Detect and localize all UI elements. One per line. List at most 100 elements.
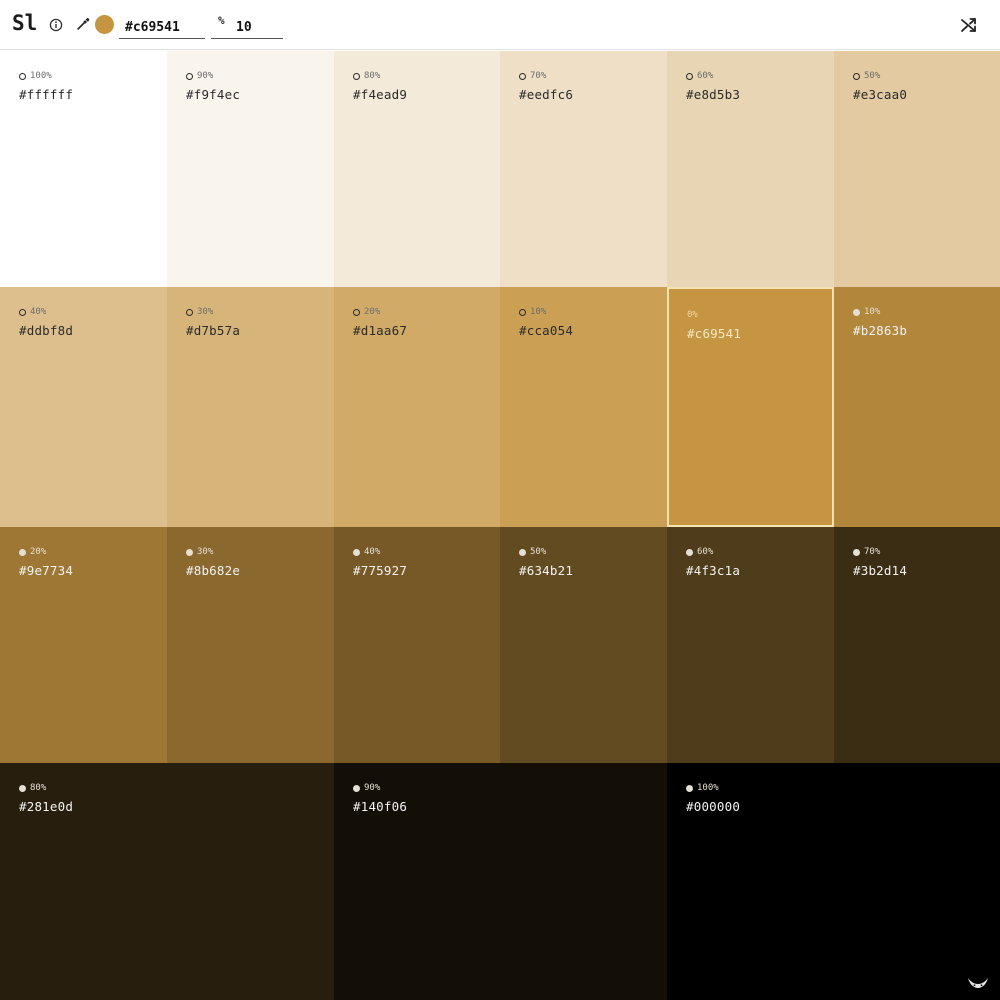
current-color-swatch[interactable] [95,15,114,34]
swatch-percent-label: 80% [364,71,381,81]
swatch-percent-label: 0% [687,310,698,320]
swatch-percent: 80% [353,71,380,81]
palette-grid: 100% #ffffff 90% #f9f4ec 80% #f4ead9 70% #eedfc… [0,51,1000,1000]
swatch-tint[interactable]: 40% #ddbf8d [0,287,167,527]
swatch-shade[interactable]: 10% #b2863b [834,287,1000,527]
tint-circle-icon [19,72,26,80]
swatch-percent: 90% [186,71,213,81]
swatch-percent-label: 10% [864,307,881,317]
swatch-hex-label: #634b21 [519,563,574,578]
shade-circle-icon [686,784,693,792]
swatch-percent: 40% [19,307,46,317]
swatch-tint[interactable]: 80% #f4ead9 [334,51,500,287]
swatch-hex-label: #ffffff [19,87,74,102]
swatch-hex-label: #140f06 [353,799,408,814]
swatch-hex-label: #e3caa0 [853,87,908,102]
swatch-hex-label: #8b682e [186,563,241,578]
swatch-hex-label: #f4ead9 [353,87,408,102]
swatch-percent-label: 10% [530,307,547,317]
swatch-hex-label: #d1aa67 [353,323,408,338]
hex-color-input[interactable] [119,13,205,39]
swatch-percent: 40% [353,547,380,557]
swatch-tint[interactable]: 10% #cca054 [500,287,667,527]
swatch-percent: 30% [186,547,213,557]
swatch-percent: 50% [853,71,880,81]
swatch-hex-label: #000000 [686,799,741,814]
swatch-percent: 60% [686,71,713,81]
swatch-shade[interactable]: 30% #8b682e [167,527,334,763]
swatch-percent-label: 40% [30,307,47,317]
swatch-percent-label: 60% [697,71,714,81]
swatch-shade[interactable]: 60% #4f3c1a [667,527,834,763]
swatch-percent: 10% [853,307,880,317]
swatch-percent: 70% [519,71,546,81]
swatch-percent-label: 30% [197,307,214,317]
step-percent-field[interactable]: % [211,13,283,39]
swatch-percent: 20% [19,547,46,557]
swatch-hex-label: #4f3c1a [686,563,741,578]
brand-mark-icon[interactable] [967,975,989,989]
shuffle-icon[interactable] [959,15,979,35]
percent-icon: % [218,14,225,27]
swatch-tint[interactable]: 50% #e3caa0 [834,51,1000,287]
app-logo[interactable]: Sl [12,11,37,35]
swatch-percent-label: 100% [697,783,719,793]
swatch-percent: 100% [686,783,719,793]
swatch-shade[interactable]: 40% #775927 [334,527,500,763]
tint-circle-icon [353,72,360,80]
swatch-percent-label: 60% [697,547,714,557]
swatch-shade[interactable]: 50% #634b21 [500,527,667,763]
swatch-percent: 70% [853,547,880,557]
swatch-tint[interactable]: 60% #e8d5b3 [667,51,834,287]
swatch-percent-label: 30% [197,547,214,557]
step-percent-input[interactable] [234,13,280,38]
swatch-tint[interactable]: 90% #f9f4ec [167,51,334,287]
swatch-hex-label: #eedfc6 [519,87,574,102]
swatch-base[interactable]: 0% #c69541 [667,287,834,527]
swatch-percent-label: 70% [530,71,547,81]
tint-circle-icon [853,72,860,80]
swatch-hex-label: #d7b57a [186,323,241,338]
swatch-percent: 30% [186,307,213,317]
swatch-shade[interactable]: 80% #281e0d [0,763,334,1000]
swatch-percent-label: 20% [364,307,381,317]
swatch-percent: 60% [686,547,713,557]
swatch-percent: 100% [19,71,52,81]
swatch-tint[interactable]: 30% #d7b57a [167,287,334,527]
swatch-tint[interactable]: 100% #ffffff [0,51,167,287]
swatch-tint[interactable]: 20% #d1aa67 [334,287,500,527]
swatch-hex-label: #775927 [353,563,408,578]
shade-circle-icon [853,548,860,556]
swatch-percent-label: 80% [30,783,47,793]
tint-circle-icon [519,308,526,316]
swatch-percent: 50% [519,547,546,557]
shade-circle-icon [686,548,693,556]
tint-circle-icon [519,72,526,80]
swatch-shade[interactable]: 90% #140f06 [334,763,667,1000]
swatch-hex-label: #c69541 [687,326,742,341]
swatch-percent-label: 90% [364,783,381,793]
swatch-percent-label: 20% [30,547,47,557]
tint-circle-icon [186,308,193,316]
swatch-percent-label: 70% [864,547,881,557]
shade-circle-icon [19,548,26,556]
swatch-percent-label: 50% [530,547,547,557]
swatch-percent-label: 90% [197,71,214,81]
swatch-hex-label: #b2863b [853,323,908,338]
eyedropper-icon[interactable] [75,16,91,32]
swatch-tint[interactable]: 70% #eedfc6 [500,51,667,287]
swatch-shade[interactable]: 100% #000000 [667,763,1000,1000]
swatch-hex-label: #e8d5b3 [686,87,741,102]
tint-circle-icon [353,308,360,316]
info-icon[interactable] [48,17,64,33]
swatch-percent: 90% [353,783,380,793]
shade-circle-icon [186,548,193,556]
top-bar: Sl % [0,0,1000,50]
tint-circle-icon [186,72,193,80]
tint-circle-icon [19,308,26,316]
swatch-shade[interactable]: 70% #3b2d14 [834,527,1000,763]
swatch-percent: 80% [19,783,46,793]
swatch-shade[interactable]: 20% #9e7734 [0,527,167,763]
shade-circle-icon [353,784,360,792]
swatch-hex-label: #cca054 [519,323,574,338]
